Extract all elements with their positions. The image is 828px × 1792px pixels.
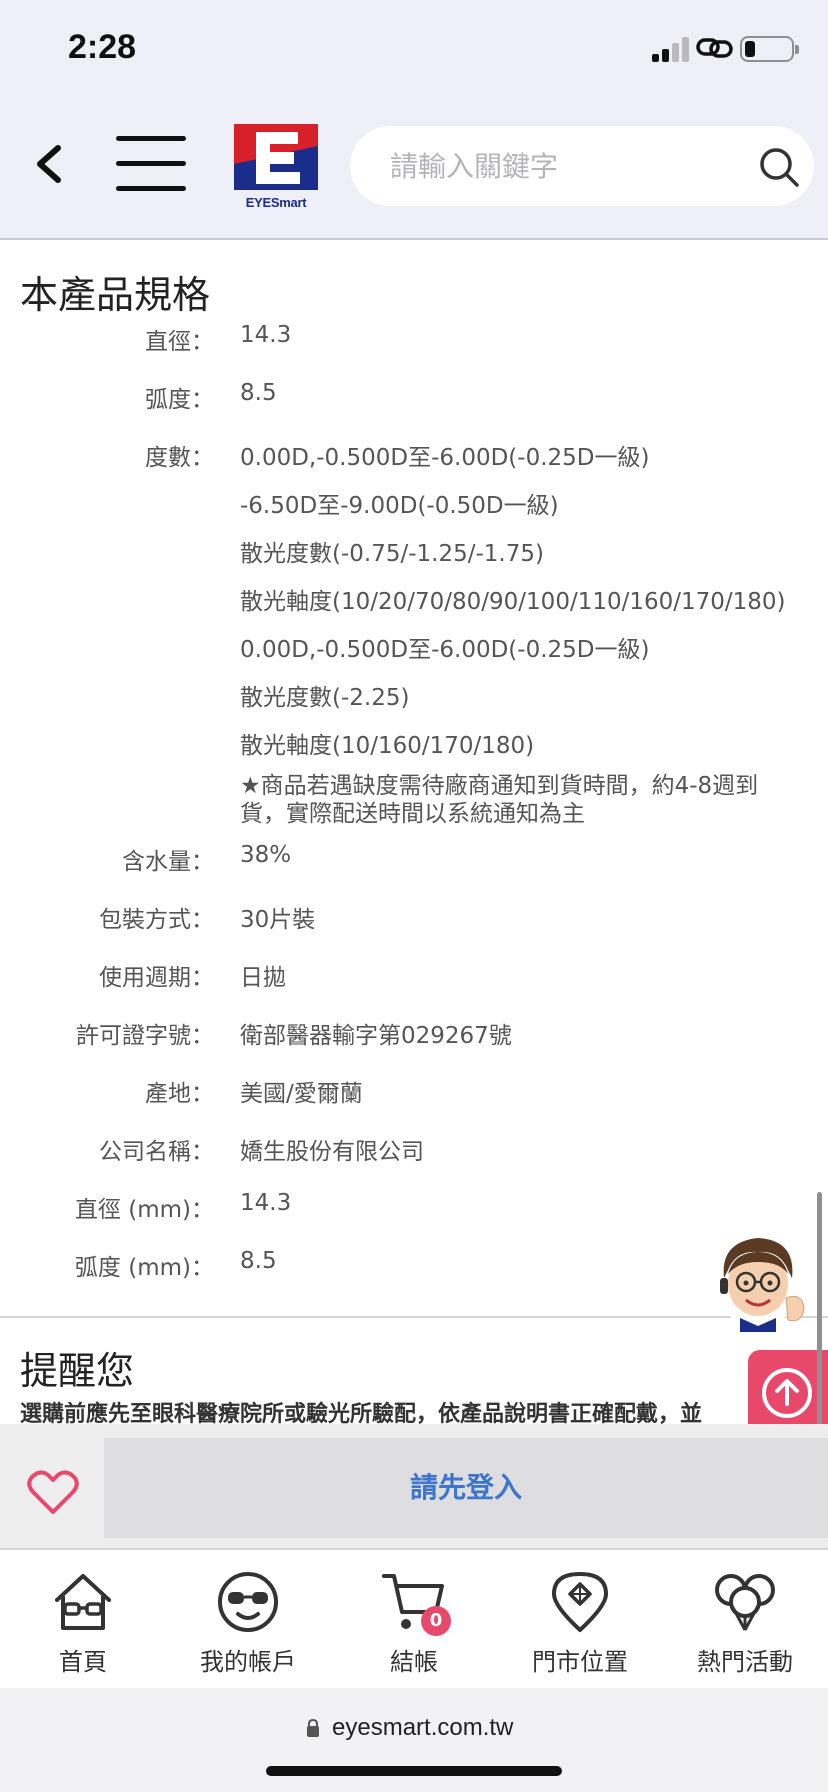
home-indicator <box>266 1766 562 1776</box>
tab-label: 首頁 <box>59 1648 107 1676</box>
spec-value: 衛部醫器輸字第029267號 <box>240 1023 512 1049</box>
spec-label: 弧度： <box>145 387 214 413</box>
tab-label: 門市位置 <box>532 1648 628 1676</box>
spec-value: 8.5 <box>240 380 277 406</box>
tab-bar: 首頁 我的帳戶 0 結帳 門市位置 熱門活動 <box>0 1548 828 1688</box>
spec-label: 使用週期： <box>99 965 214 991</box>
spec-label: 許可證字號： <box>76 1023 214 1049</box>
arrow-up-icon <box>762 1368 812 1418</box>
spec-label: 直徑： <box>145 329 214 355</box>
spec-value: 38% <box>240 842 292 868</box>
scrollbar[interactable] <box>817 1192 822 1452</box>
tab-account[interactable]: 我的帳戶 <box>165 1550 331 1690</box>
battery-icon <box>740 36 799 62</box>
spec-title: 本產品規格 <box>20 273 211 317</box>
browser-url-bar[interactable]: eyesmart.com.tw <box>0 1688 828 1792</box>
spec-power-line: 散光度數(-2.25) <box>240 685 410 711</box>
spec-label: 含水量： <box>122 849 214 875</box>
search-input[interactable] <box>390 144 730 188</box>
spec-power-line: 散光軸度(10/160/170/180) <box>240 733 535 759</box>
eyesmart-logo[interactable]: EYESmart <box>234 124 318 210</box>
spec-label: 產地： <box>145 1081 214 1107</box>
customer-service-avatar[interactable] <box>710 1228 810 1332</box>
lock-icon <box>307 1718 319 1737</box>
spec-label: 直徑 (mm)： <box>74 1197 214 1223</box>
status-time: 2:28 <box>68 28 137 66</box>
spec-label: 包裝方式： <box>99 907 214 933</box>
tab-store-location[interactable]: 門市位置 <box>497 1550 663 1690</box>
search-box[interactable] <box>350 126 814 206</box>
store-location-icon <box>552 1572 608 1632</box>
spec-label: 弧度 (mm)： <box>74 1255 214 1281</box>
url-text: eyesmart.com.tw <box>332 1714 514 1741</box>
spec-power-line: 0.00D,-0.500D至-6.00D(-0.25D一級) <box>240 445 650 471</box>
balloons-icon <box>715 1574 775 1631</box>
spec-power-line: 散光軸度(10/20/70/80/90/100/110/160/170/180) <box>240 589 786 615</box>
logo-text: EYESmart <box>245 195 307 210</box>
cart-count-badge: 0 <box>421 1606 451 1636</box>
search-icon[interactable] <box>758 146 800 188</box>
section-divider <box>0 1316 828 1318</box>
spec-value: 日拋 <box>240 965 286 991</box>
spec-power-line: 散光度數(-0.75/-1.25/-1.75) <box>240 541 544 567</box>
spec-power-line: 0.00D,-0.500D至-6.00D(-0.25D一級) <box>240 637 650 663</box>
back-button[interactable] <box>28 136 72 192</box>
tab-home[interactable]: 首頁 <box>0 1550 166 1690</box>
spec-value: 14.3 <box>240 322 292 348</box>
status-bar: 2:28 <box>0 0 828 96</box>
spec-label: 度數： <box>145 445 214 471</box>
spec-value: 8.5 <box>240 1248 277 1274</box>
login-button[interactable]: 請先登入 <box>104 1438 828 1538</box>
logo-mark-icon <box>234 124 318 190</box>
reminder-title: 提醒您 <box>20 1349 135 1393</box>
spec-stock-note: ★商品若遇缺度需待廠商通知到貨時間，約4-8週到貨，實際配送時間以系統通知為主 <box>240 773 759 827</box>
account-icon <box>218 1572 278 1632</box>
hamburger-menu-button[interactable] <box>112 134 188 194</box>
tab-checkout[interactable]: 0 結帳 <box>331 1550 497 1690</box>
app-header: EYESmart <box>0 96 828 240</box>
spec-value: 美國/愛爾蘭 <box>240 1081 363 1107</box>
spec-value: 14.3 <box>240 1190 292 1216</box>
heart-icon[interactable] <box>26 1468 80 1516</box>
tab-label: 結帳 <box>390 1648 438 1676</box>
spec-value: 30片裝 <box>240 907 316 933</box>
action-bar: 請先登入 <box>0 1424 828 1548</box>
home-icon <box>55 1574 111 1630</box>
spec-label: 公司名稱： <box>99 1139 214 1165</box>
tab-label: 熱門活動 <box>697 1648 793 1676</box>
spec-value: 嬌生股份有限公司 <box>240 1139 424 1165</box>
tab-events[interactable]: 熱門活動 <box>662 1550 828 1690</box>
link-icon <box>696 38 733 58</box>
tab-label: 我的帳戶 <box>200 1648 296 1676</box>
spec-power-line: -6.50D至-9.00D(-0.50D一級) <box>240 493 559 519</box>
signal-icon <box>652 36 690 62</box>
